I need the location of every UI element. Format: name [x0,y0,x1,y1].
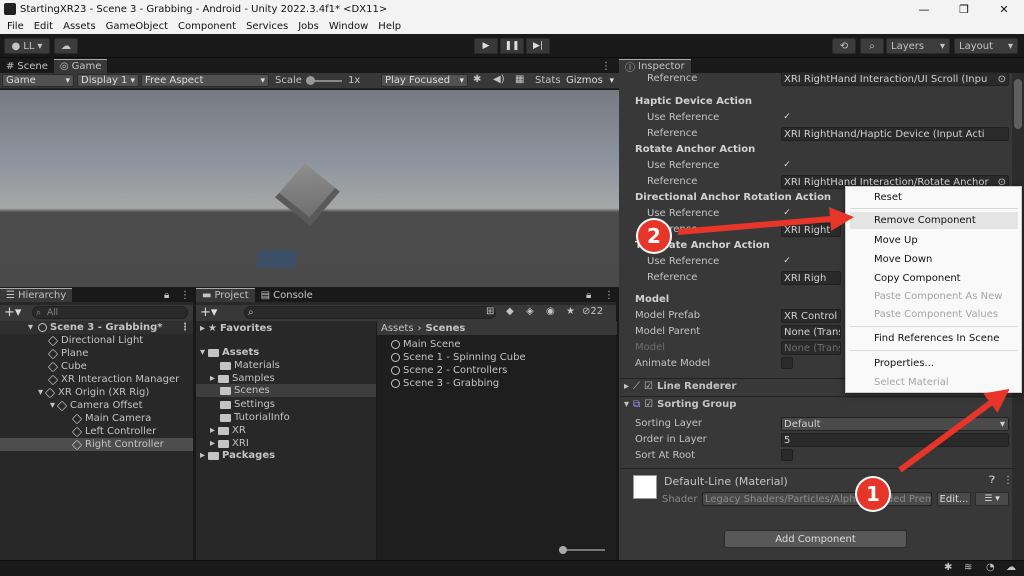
cloud-icon[interactable]: ☁ [1006,562,1016,573]
cache-icon[interactable]: ◔ [986,562,995,573]
arrow-to-options-icon [898,388,1010,473]
annotation-marker-1: 1 [857,478,889,510]
status-bar: ✱ ≋ ◔ ☁ [0,560,1024,576]
debug-icon[interactable]: ✱ [944,562,952,573]
annotation-marker-2: 2 [638,220,670,252]
layers-status-icon[interactable]: ≋ [964,562,972,573]
arrow-to-remove-component [677,207,854,235]
